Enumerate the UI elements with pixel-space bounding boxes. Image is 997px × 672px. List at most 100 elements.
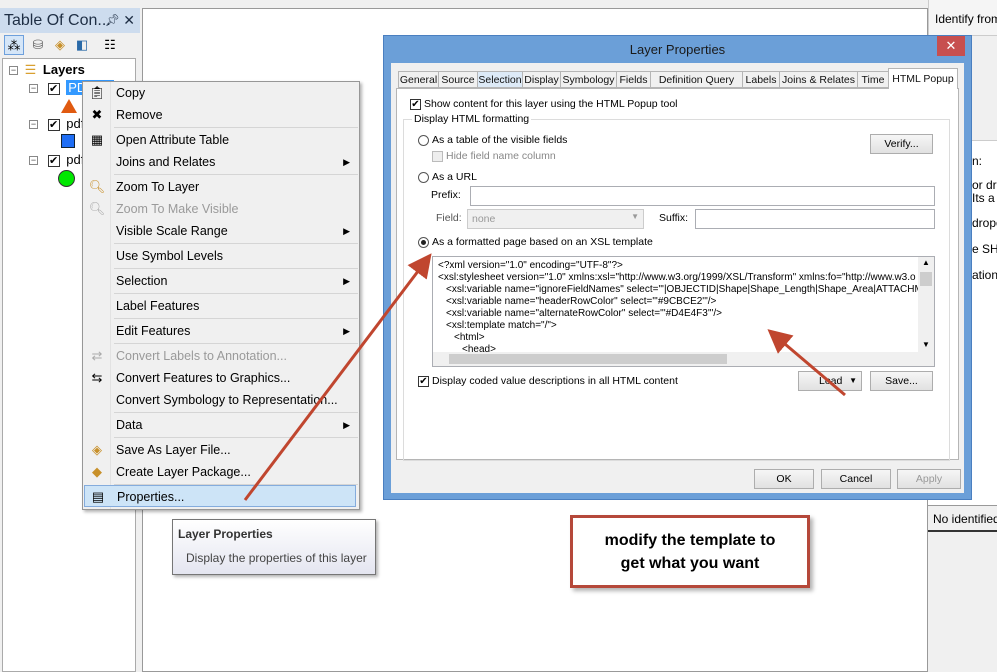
list-by-drawing-order-icon[interactable]: ⁂ <box>4 35 24 55</box>
table-icon: ▦ <box>90 132 104 147</box>
menu-item-label: Edit Features <box>116 324 191 338</box>
menu-item-label: Properties... <box>117 490 185 504</box>
layer-checkbox[interactable]: ✔ <box>47 154 60 167</box>
menu-separator <box>114 243 358 244</box>
prefix-label: Prefix: <box>431 189 461 201</box>
suffix-input[interactable] <box>695 209 935 229</box>
tab-fields[interactable]: Fields <box>616 71 651 88</box>
triangle-symbol <box>61 99 77 113</box>
menu-item-convert-features-to-graphics[interactable]: ⇆ Convert Features to Graphics... <box>84 367 356 389</box>
collapse-icon[interactable]: − <box>29 156 38 166</box>
menu-item-edit-features[interactable]: Edit Features ▶ <box>84 320 356 342</box>
verify-button[interactable]: Verify... <box>870 134 933 154</box>
submenu-arrow-icon: ▶ <box>343 276 350 286</box>
prefix-input[interactable] <box>470 186 935 206</box>
layer-item[interactable]: − ✔ pdf <box>29 151 84 169</box>
menu-item-use-symbol-levels[interactable]: Use Symbol Levels <box>84 245 356 267</box>
code-line: <xsl:variable name="alternateRowColor" s… <box>446 308 722 319</box>
pin-icon[interactable]: 📌︎ <box>105 8 120 33</box>
menu-item-convert-symbology-to-representation[interactable]: Convert Symbology to Representation... <box>84 389 356 411</box>
menu-item-joins-and-relates[interactable]: Joins and Relates ▶ <box>84 151 356 173</box>
menu-item-label: Convert Features to Graphics... <box>116 371 291 385</box>
tooltip-title: Layer Properties <box>178 527 273 541</box>
vertical-scrollbar[interactable]: ▲ ▼ <box>918 257 934 353</box>
xsl-template-editor[interactable]: <?xml version="1.0" encoding="UTF-8"?> <… <box>432 256 935 367</box>
menu-separator <box>114 437 358 438</box>
menu-separator <box>114 174 358 175</box>
tab-display[interactable]: Display <box>522 71 561 88</box>
radio-url[interactable]: As a URL <box>418 171 477 183</box>
tab-definition-query[interactable]: Definition Query <box>650 71 743 88</box>
menu-item-visible-scale-range[interactable]: Visible Scale Range ▶ <box>84 220 356 242</box>
layer-checkbox[interactable]: ✔ <box>47 118 60 131</box>
tab-source[interactable]: Source <box>438 71 478 88</box>
code-line: <xsl:variable name="ignoreFieldNames" se… <box>446 284 935 295</box>
tab-symbology[interactable]: Symbology <box>560 71 617 88</box>
tooltip: Layer Properties Display the properties … <box>172 519 376 575</box>
load-button[interactable]: Load ▼ <box>798 371 862 391</box>
annotation-line: get what you want <box>620 555 760 572</box>
tab-joins-relates[interactable]: Joins & Relates <box>779 71 858 88</box>
code-line: <xsl:variable name="headerRowColor" sele… <box>446 296 717 307</box>
menu-item-label: Save As Layer File... <box>116 443 231 457</box>
close-icon[interactable]: ✕ <box>123 8 135 33</box>
menu-item-data[interactable]: Data ▶ <box>84 414 356 436</box>
zoom-to-layer-icon: 🔍︎ <box>88 179 106 194</box>
menu-item-properties[interactable]: ▤ Properties... <box>84 485 356 507</box>
list-by-selection-icon[interactable]: ◧ <box>72 35 92 55</box>
collapse-icon[interactable]: − <box>29 84 38 94</box>
ok-button[interactable]: OK <box>754 469 814 489</box>
collapse-icon[interactable]: − <box>29 120 38 130</box>
menu-item-label: Create Layer Package... <box>116 465 251 479</box>
apply-button[interactable]: Apply <box>897 469 961 489</box>
submenu-arrow-icon: ▶ <box>343 226 350 236</box>
menu-item-zoom-to-make-visible[interactable]: 🔍︎ Zoom To Make Visible <box>84 198 356 220</box>
horizontal-scrollbar[interactable] <box>433 352 934 366</box>
save-button[interactable]: Save... <box>870 371 933 391</box>
menu-item-selection[interactable]: Selection ▶ <box>84 270 356 292</box>
annotation-line: modify the template to <box>604 532 776 549</box>
identify-from-label: Identify from <box>935 12 997 26</box>
tab-general[interactable]: General <box>398 71 439 88</box>
code-line: <xsl:template match="/"> <box>446 320 557 331</box>
submenu-arrow-icon: ▶ <box>343 420 350 430</box>
menu-item-copy[interactable]: 📋︎ Copy <box>84 82 356 104</box>
close-button[interactable]: ✕ <box>937 36 965 56</box>
list-by-visibility-icon[interactable]: ◈ <box>50 35 70 55</box>
tab-selection[interactable]: Selection <box>477 71 523 88</box>
menu-item-save-as-layer-file[interactable]: ◈ Save As Layer File... <box>84 439 356 461</box>
menu-item-label-features[interactable]: Label Features <box>84 295 356 317</box>
cancel-button[interactable]: Cancel <box>821 469 891 489</box>
menu-item-zoom-to-layer[interactable]: 🔍︎ Zoom To Layer <box>84 176 356 198</box>
options-icon[interactable]: ☷ <box>100 35 120 55</box>
field-select[interactable]: none ▼ <box>467 209 644 229</box>
text-fragment: or dra <box>972 178 997 192</box>
radio-xsl[interactable]: As a formatted page based on an XSL temp… <box>418 236 653 248</box>
menu-item-remove[interactable]: ✖ Remove <box>84 104 356 126</box>
toc-title: Table Of Con... <box>4 12 111 29</box>
toc-toolbar: ⁂ ⛁ ◈ ◧ ☷ <box>0 33 140 57</box>
layer-checkbox[interactable]: ✔ <box>47 82 60 95</box>
menu-item-open-attribute-table[interactable]: ▦ Open Attribute Table <box>84 129 356 151</box>
list-by-source-icon[interactable]: ⛁ <box>28 35 48 55</box>
properties-icon: ▤ <box>91 489 105 504</box>
hide-field-checkbox[interactable]: Hide field name column <box>432 150 556 162</box>
layers-root[interactable]: − ☰ Layers <box>9 61 85 79</box>
layer-item[interactable]: − ✔ pdf <box>29 115 84 133</box>
square-symbol <box>61 134 75 148</box>
tab-time[interactable]: Time <box>857 71 889 88</box>
annotation-callout: modify the template to get what you want <box>570 515 810 588</box>
save-layer-icon: ◈ <box>92 442 102 457</box>
code-line: <?xml version="1.0" encoding="UTF-8"?> <box>438 260 623 271</box>
tab-html-popup[interactable]: HTML Popup <box>888 68 958 89</box>
radio-table[interactable]: As a table of the visible fields <box>418 134 567 146</box>
tab-labels[interactable]: Labels <box>742 71 780 88</box>
menu-item-create-layer-package[interactable]: ◆ Create Layer Package... <box>84 461 356 483</box>
chevron-down-icon: ▼ <box>631 212 639 221</box>
collapse-icon[interactable]: − <box>9 66 18 76</box>
coded-values-checkbox[interactable]: ✔ Display coded value descriptions in all… <box>418 375 678 387</box>
show-content-checkbox[interactable]: ✔ Show content for this layer using the H… <box>410 98 678 110</box>
tooltip-text: Display the properties of this layer <box>186 551 367 565</box>
menu-item-convert-labels-to-annotation[interactable]: ⇄ Convert Labels to Annotation... <box>84 345 356 367</box>
group-label: Display HTML formatting <box>412 113 532 125</box>
